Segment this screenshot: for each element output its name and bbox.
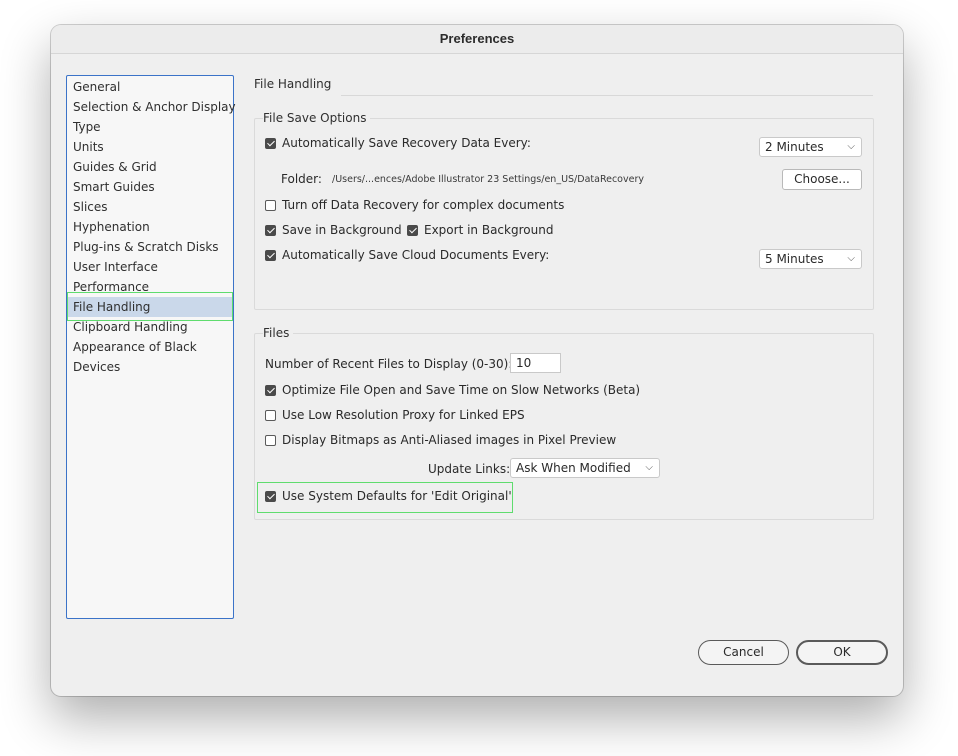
- sidebar-item-devices[interactable]: Devices: [68, 357, 232, 377]
- anti-aliased-bitmaps-label: Display Bitmaps as Anti-Aliased images i…: [282, 433, 617, 447]
- optimize-network-checkbox[interactable]: [265, 385, 276, 396]
- update-links-select[interactable]: Ask When Modified ⌵: [510, 458, 660, 478]
- sidebar-item-appearance-of-black[interactable]: Appearance of Black: [68, 337, 232, 357]
- sidebar-item-smart-guides[interactable]: Smart Guides: [68, 177, 232, 197]
- update-links-label: Update Links:: [428, 462, 511, 476]
- anti-aliased-bitmaps-checkbox[interactable]: [265, 435, 276, 446]
- sidebar-item-hyphenation[interactable]: Hyphenation: [68, 217, 232, 237]
- sidebar-item-plugins-scratch-disks[interactable]: Plug-ins & Scratch Disks: [68, 237, 232, 257]
- update-links-value: Ask When Modified: [516, 461, 631, 475]
- folder-label: Folder:: [281, 172, 322, 186]
- panel-title: File Handling: [254, 77, 332, 91]
- preferences-category-list[interactable]: General Selection & Anchor Display Type …: [66, 75, 236, 619]
- dialog-title: Preferences: [439, 31, 515, 46]
- sidebar-item-general[interactable]: General: [68, 77, 232, 97]
- sidebar-item-type[interactable]: Type: [68, 117, 232, 137]
- cloud-save-checkbox[interactable]: [265, 250, 276, 261]
- auto-save-label: Automatically Save Recovery Data Every:: [282, 136, 531, 150]
- cloud-save-interval-select[interactable]: 5 Minutes ⌵: [759, 249, 862, 269]
- file-save-options-legend: File Save Options: [263, 111, 371, 125]
- optimize-network-label: Optimize File Open and Save Time on Slow…: [282, 383, 641, 397]
- chevron-down-icon: ⌵: [847, 253, 855, 264]
- folder-path: /Users/...ences/Adobe Illustrator 23 Set…: [332, 174, 644, 185]
- sidebar-item-slices[interactable]: Slices: [68, 197, 232, 217]
- export-in-background-checkbox[interactable]: [407, 225, 418, 236]
- files-legend: Files: [263, 326, 294, 340]
- title-bar[interactable]: Preferences: [51, 25, 903, 54]
- cloud-save-interval-value: 5 Minutes: [765, 252, 824, 266]
- edit-original-highlight: [257, 482, 513, 513]
- sidebar-item-guides-grid[interactable]: Guides & Grid: [68, 157, 232, 177]
- turn-off-recovery-checkbox[interactable]: [265, 200, 276, 211]
- export-in-background-label: Export in Background: [424, 223, 554, 237]
- auto-save-checkbox[interactable]: [265, 138, 276, 149]
- sidebar-item-user-interface[interactable]: User Interface: [68, 257, 232, 277]
- recent-files-input[interactable]: 10: [510, 353, 561, 373]
- cloud-save-label: Automatically Save Cloud Documents Every…: [282, 248, 550, 262]
- low-res-proxy-checkbox[interactable]: [265, 410, 276, 421]
- low-res-proxy-label: Use Low Resolution Proxy for Linked EPS: [282, 408, 525, 422]
- auto-save-interval-select[interactable]: 2 Minutes ⌵: [759, 137, 862, 157]
- chevron-down-icon: ⌵: [645, 462, 653, 473]
- chevron-down-icon: ⌵: [847, 141, 855, 152]
- panel-divider: [341, 95, 873, 96]
- save-in-background-checkbox[interactable]: [265, 225, 276, 236]
- ok-button[interactable]: OK: [796, 640, 888, 665]
- choose-folder-button[interactable]: Choose...: [782, 169, 862, 190]
- auto-save-interval-value: 2 Minutes: [765, 140, 824, 154]
- sidebar-item-selection-anchor-display[interactable]: Selection & Anchor Display: [68, 97, 236, 117]
- turn-off-recovery-label: Turn off Data Recovery for complex docum…: [282, 198, 565, 212]
- cancel-button[interactable]: Cancel: [698, 640, 789, 665]
- preferences-dialog: Preferences General Selection & Anchor D…: [51, 25, 903, 696]
- sidebar-item-units[interactable]: Units: [68, 137, 232, 157]
- save-in-background-label: Save in Background: [282, 223, 402, 237]
- recent-files-label: Number of Recent Files to Display (0-30)…: [265, 357, 513, 371]
- file-handling-highlight: [67, 292, 233, 321]
